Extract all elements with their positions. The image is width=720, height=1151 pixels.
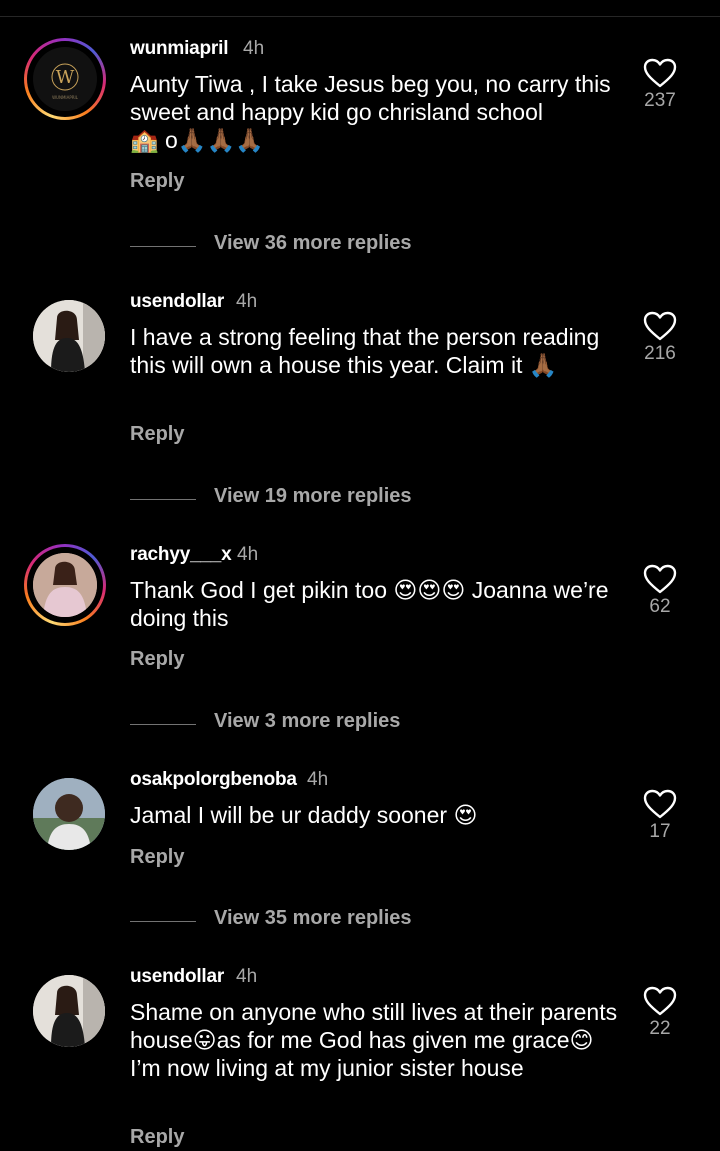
avatar (33, 778, 105, 850)
reply-button[interactable]: Reply (130, 846, 184, 869)
comment-text: Jamal I will be ur daddy sooner 😍 (130, 802, 478, 828)
heart-icon[interactable] (643, 986, 677, 1016)
like-count: 216 (644, 343, 676, 364)
comment-username[interactable]: usendollar (130, 966, 224, 988)
comment-time: 4h (236, 966, 258, 987)
like-area: 62 (640, 564, 680, 618)
avatar-photo-icon (33, 553, 97, 617)
view-replies-label: View 36 more replies (214, 232, 412, 254)
brand-logo-icon: W WUNMIAPRIL (51, 63, 79, 100)
view-replies-label: View 19 more replies (214, 485, 412, 507)
heart-icon[interactable] (643, 564, 677, 594)
comment-time: 4h (243, 38, 265, 59)
comment-username[interactable]: osakpolorgbenoba (130, 769, 297, 791)
comment-text: Shame on anyone who still lives at their… (130, 999, 618, 1081)
avatar-photo-icon (33, 975, 105, 1047)
reply-button[interactable]: Reply (130, 170, 184, 193)
svg-text:W: W (56, 67, 75, 88)
avatar-photo-icon (33, 778, 105, 850)
reply-button[interactable]: Reply (130, 423, 184, 446)
like-count: 62 (649, 596, 671, 617)
avatar-story-ring[interactable]: W WUNMIAPRIL (24, 38, 106, 120)
avatar-photo-icon (33, 300, 105, 372)
like-area: 17 (640, 789, 680, 843)
like-count: 17 (649, 821, 671, 842)
like-area: 216 (640, 311, 680, 365)
comment-text: Thank God I get pikin too 😍😍😍 Joanna we’… (130, 577, 609, 631)
avatar-wrap[interactable] (24, 769, 106, 851)
avatar-wrap[interactable] (24, 291, 106, 373)
svg-text:WUNMIAPRIL: WUNMIAPRIL (52, 95, 79, 100)
view-replies-label: View 35 more replies (214, 907, 412, 929)
view-replies-label: View 3 more replies (214, 710, 401, 732)
avatar: W WUNMIAPRIL (33, 47, 97, 111)
comment-time: 4h (237, 544, 259, 565)
top-divider (0, 16, 720, 17)
like-count: 237 (644, 90, 676, 111)
like-area: 237 (640, 58, 680, 112)
view-replies-button[interactable]: View 35 more replies (130, 907, 690, 937)
view-replies-button[interactable]: View 36 more replies (130, 232, 690, 262)
reply-button[interactable]: Reply (130, 648, 184, 671)
like-area: 22 (640, 986, 680, 1040)
avatar-wrap[interactable] (24, 966, 106, 1048)
comment-text: Aunty Tiwa , I take Jesus beg you, no ca… (130, 71, 611, 153)
heart-icon[interactable] (643, 58, 677, 88)
heart-icon[interactable] (643, 311, 677, 341)
comment-text: I have a strong feeling that the person … (130, 324, 600, 378)
comment-username[interactable]: rachyy___x (130, 544, 232, 566)
avatar (33, 300, 105, 372)
comment-username[interactable]: wunmiapril (130, 38, 228, 60)
heart-icon[interactable] (643, 789, 677, 819)
comment-time: 4h (307, 769, 329, 790)
avatar (33, 975, 105, 1047)
comment-time: 4h (236, 291, 258, 312)
comment-username[interactable]: usendollar (130, 291, 224, 313)
avatar (33, 553, 97, 617)
reply-button[interactable]: Reply (130, 1126, 184, 1149)
avatar-story-ring[interactable] (24, 544, 106, 626)
view-replies-button[interactable]: View 19 more replies (130, 485, 690, 515)
view-replies-button[interactable]: View 3 more replies (130, 710, 690, 740)
like-count: 22 (649, 1018, 671, 1039)
